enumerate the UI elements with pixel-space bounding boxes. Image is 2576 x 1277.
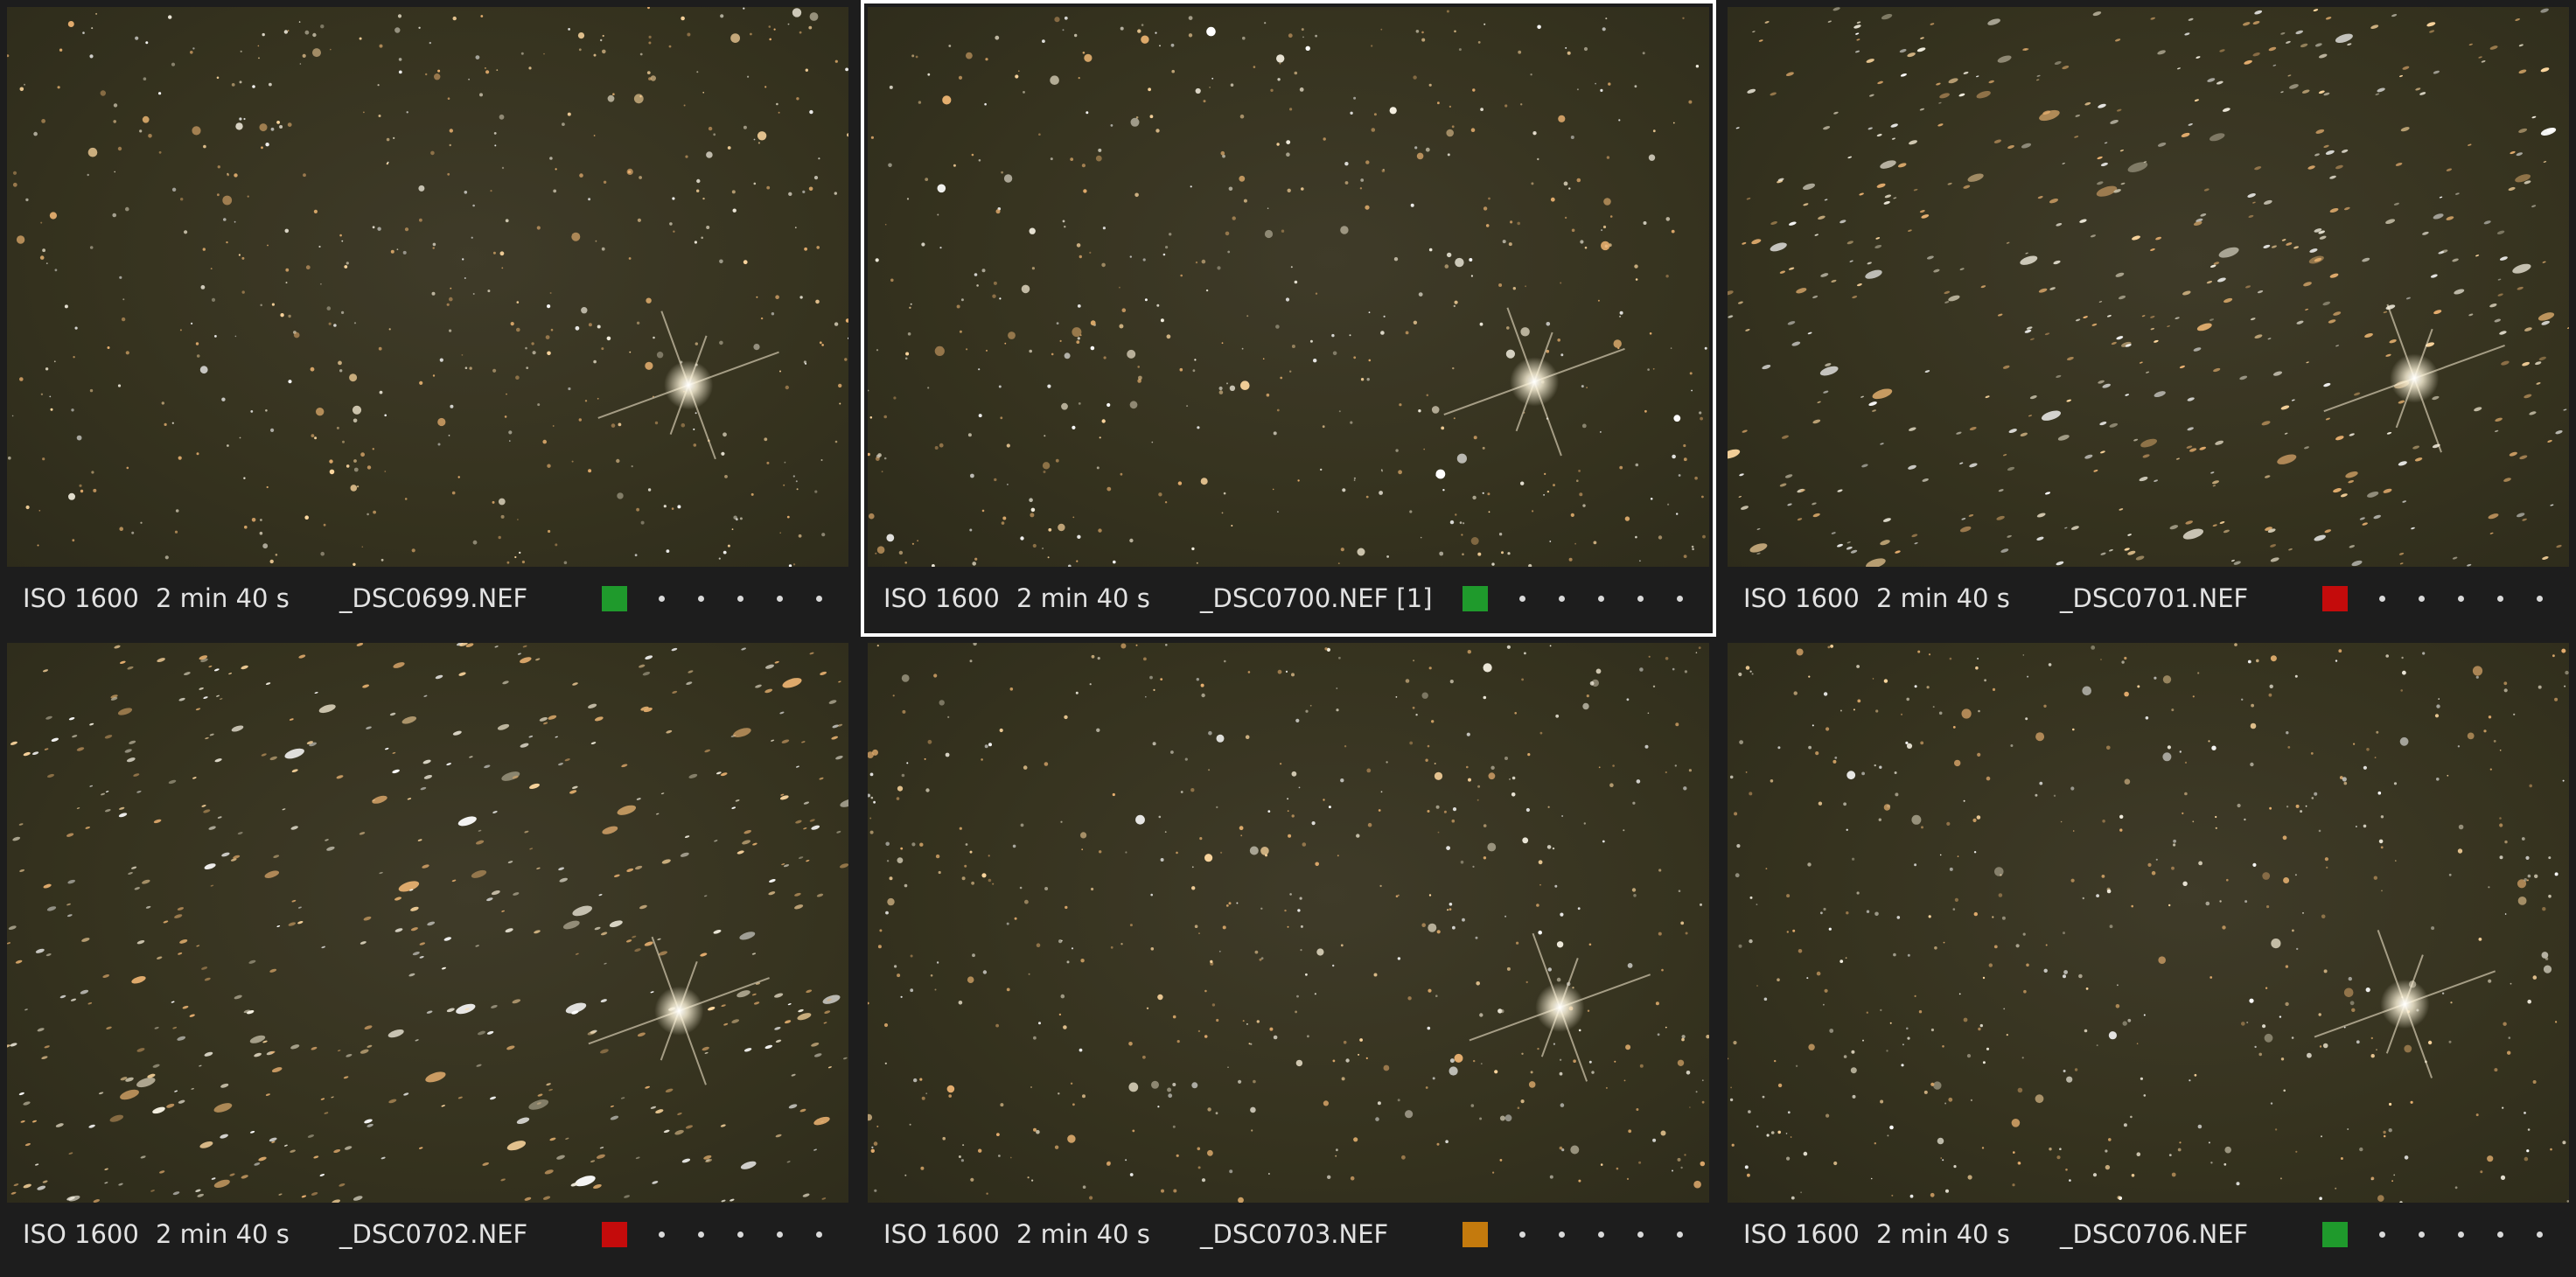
- exposure-value: 2 min 40 s: [1876, 583, 2010, 613]
- thumbnail-info-bar: ISO 1600 2 min 40 s _DSC0706.NEF: [1728, 1203, 2569, 1266]
- star-field-image: [7, 643, 848, 1203]
- thumbnail-cell[interactable]: ISO 1600 2 min 40 s _DSC0703.NEF: [868, 643, 1709, 1266]
- star-field-thumbnail[interactable]: [1728, 643, 2569, 1203]
- filename: _DSC0703.NEF: [1200, 1219, 1389, 1249]
- thumbnail-info-bar: ISO 1600 2 min 40 s _DSC0700.NEF [1]: [868, 567, 1709, 630]
- color-label[interactable]: [602, 1222, 627, 1247]
- rating-dot[interactable]: [698, 595, 704, 602]
- exposure-value: 2 min 40 s: [1016, 1219, 1150, 1249]
- color-label[interactable]: [602, 586, 627, 611]
- rating-dot[interactable]: [816, 1231, 822, 1238]
- rating-dot[interactable]: [1677, 1231, 1683, 1238]
- rating-dot[interactable]: [2419, 595, 2425, 602]
- thumbnail-info-bar: ISO 1600 2 min 40 s _DSC0702.NEF: [7, 1203, 848, 1266]
- iso-value: ISO 1600: [1743, 1219, 1860, 1249]
- rating-dot[interactable]: [2379, 1231, 2385, 1238]
- rating-dot[interactable]: [1519, 595, 1525, 602]
- filename: _DSC0701.NEF: [2060, 583, 2249, 613]
- rating-dots[interactable]: [1519, 1203, 1716, 1266]
- rating-dot[interactable]: [1598, 1231, 1604, 1238]
- rating-dot[interactable]: [659, 595, 665, 602]
- iso-value: ISO 1600: [23, 583, 139, 613]
- rating-dot[interactable]: [2379, 595, 2385, 602]
- rating-dot[interactable]: [2537, 595, 2543, 602]
- star-field-image: [868, 643, 1709, 1203]
- rating-dot[interactable]: [1559, 1231, 1565, 1238]
- rating-dot[interactable]: [737, 1231, 743, 1238]
- iso-value: ISO 1600: [883, 1219, 1000, 1249]
- exposure-value: 2 min 40 s: [156, 583, 290, 613]
- thumbnail-cell[interactable]: ISO 1600 2 min 40 s _DSC0702.NEF: [7, 643, 848, 1266]
- star-field-thumbnail[interactable]: [7, 643, 848, 1203]
- thumbnail-info-bar: ISO 1600 2 min 40 s _DSC0703.NEF: [868, 1203, 1709, 1266]
- thumbnail-info-bar: ISO 1600 2 min 40 s _DSC0701.NEF: [1728, 567, 2569, 630]
- exposure-value: 2 min 40 s: [1876, 1219, 2010, 1249]
- rating-dot[interactable]: [2458, 1231, 2464, 1238]
- rating-dots[interactable]: [659, 1203, 855, 1266]
- star-field-thumbnail[interactable]: [7, 7, 848, 567]
- color-label[interactable]: [2322, 586, 2348, 611]
- rating-dot[interactable]: [2537, 1231, 2543, 1238]
- star-field-image: [868, 10, 1707, 567]
- rating-dot[interactable]: [659, 1231, 665, 1238]
- rating-dot[interactable]: [2419, 1231, 2425, 1238]
- exposure-value: 2 min 40 s: [1016, 583, 1150, 613]
- star-field-image: [7, 7, 848, 567]
- iso-value: ISO 1600: [1743, 583, 1860, 613]
- thumbnail-cell[interactable]: ISO 1600 2 min 40 s _DSC0699.NEF: [7, 7, 848, 630]
- color-label[interactable]: [1463, 1222, 1488, 1247]
- rating-dot[interactable]: [1519, 1231, 1525, 1238]
- filename: _DSC0706.NEF: [2060, 1219, 2249, 1249]
- rating-dots[interactable]: [2379, 1203, 2576, 1266]
- filename: _DSC0702.NEF: [339, 1219, 528, 1249]
- rating-dot[interactable]: [1637, 1231, 1644, 1238]
- rating-dot[interactable]: [1637, 595, 1644, 602]
- star-field-thumbnail[interactable]: [868, 7, 1709, 567]
- rating-dot[interactable]: [1677, 595, 1683, 602]
- iso-value: ISO 1600: [23, 1219, 139, 1249]
- star-field-thumbnail[interactable]: [868, 643, 1709, 1203]
- filename: _DSC0699.NEF: [339, 583, 528, 613]
- rating-dots[interactable]: [2379, 567, 2576, 630]
- star-field-image: [1728, 643, 2569, 1203]
- rating-dot[interactable]: [2497, 1231, 2503, 1238]
- rating-dot[interactable]: [1559, 595, 1565, 602]
- rating-dot[interactable]: [1598, 595, 1604, 602]
- thumbnail-cell[interactable]: ISO 1600 2 min 40 s _DSC0701.NEF: [1728, 7, 2569, 630]
- thumbnail-grid: ISO 1600 2 min 40 s _DSC0699.NEF ISO 160…: [0, 0, 2576, 1277]
- rating-dot[interactable]: [737, 595, 743, 602]
- star-field-image: [1728, 7, 2569, 567]
- rating-dot[interactable]: [816, 595, 822, 602]
- rating-dot[interactable]: [698, 1231, 704, 1238]
- color-label[interactable]: [2322, 1222, 2348, 1247]
- rating-dots[interactable]: [1519, 567, 1716, 630]
- rating-dots[interactable]: [659, 567, 855, 630]
- rating-dot[interactable]: [2458, 595, 2464, 602]
- rating-dot[interactable]: [777, 595, 783, 602]
- star-field-thumbnail[interactable]: [1728, 7, 2569, 567]
- exposure-value: 2 min 40 s: [156, 1219, 290, 1249]
- filename: _DSC0700.NEF [1]: [1200, 583, 1433, 613]
- color-label[interactable]: [1463, 586, 1488, 611]
- iso-value: ISO 1600: [883, 583, 1000, 613]
- thumbnail-cell[interactable]: ISO 1600 2 min 40 s _DSC0706.NEF: [1728, 643, 2569, 1266]
- thumbnail-info-bar: ISO 1600 2 min 40 s _DSC0699.NEF: [7, 567, 848, 630]
- rating-dot[interactable]: [2497, 595, 2503, 602]
- rating-dot[interactable]: [777, 1231, 783, 1238]
- thumbnail-cell[interactable]: ISO 1600 2 min 40 s _DSC0700.NEF [1]: [861, 0, 1716, 637]
